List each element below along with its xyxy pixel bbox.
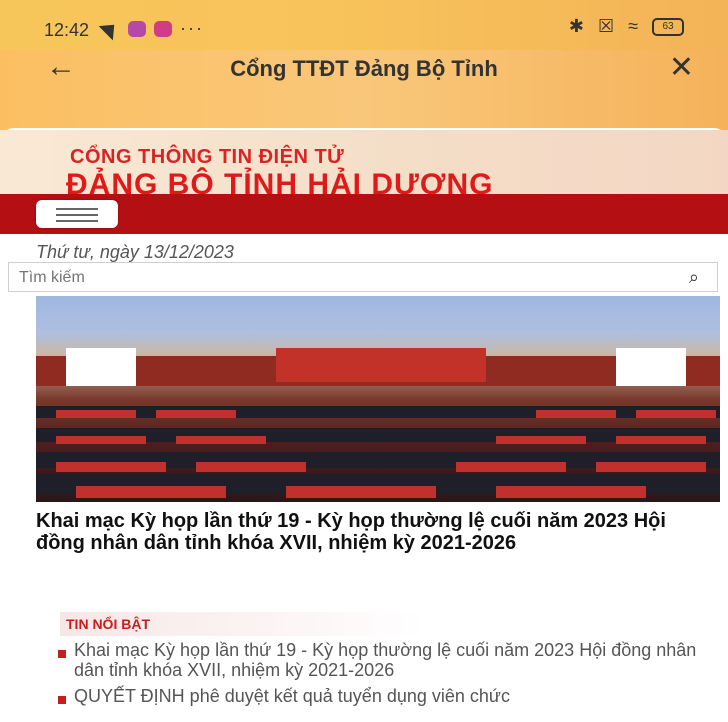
featured-list: Khai mạc Kỳ họp lần thứ 19 - Kỳ họp thườ… [58,640,718,712]
hamburger-menu-icon [56,220,98,222]
article-title[interactable]: Khai mạc Kỳ họp lần thứ 19 - Kỳ họp thườ… [36,510,696,554]
status-time: 12:42 [44,20,90,40]
status-left-icons: ··· [98,17,204,40]
app-icon [154,20,172,37]
app-icon [128,20,146,37]
wifi-icon: ≈ [628,16,638,36]
app-title: Cổng TTĐT Đảng Bộ Tỉnh [230,56,498,81]
hamburger-menu-icon [56,214,98,216]
battery-icon: 63 [652,17,684,36]
hall-illustration [36,348,720,498]
hamburger-menu-icon [56,208,98,210]
search-box: ⌕ [8,262,718,292]
bluetooth-icon: ✱ [568,16,584,36]
search-icon[interactable]: ⌕ [689,267,699,288]
section-title: TIN NỔI BẬT [60,612,426,636]
sim-icon: ☒ [597,16,615,36]
status-right-icons: ✱ ☒ ≈ 63 [569,16,684,37]
article-image[interactable] [36,296,720,502]
date-label: Thứ tư, ngày 13/12/2023 [36,242,234,262]
list-item[interactable]: Khai mạc Kỳ họp lần thứ 19 - Kỳ họp thườ… [58,640,718,680]
navigation-icon [98,17,122,40]
hamburger-menu-button[interactable] [36,200,118,228]
search-input[interactable] [17,265,661,291]
more-dots-icon: ··· [180,18,204,38]
banner-line1: CỔNG THÔNG TIN ĐIỆN TỬ [70,146,345,168]
list-item[interactable]: QUYẾT ĐỊNH phê duyệt kết quả tuyển dụng … [58,686,718,706]
close-button[interactable]: ✕ [669,50,694,85]
